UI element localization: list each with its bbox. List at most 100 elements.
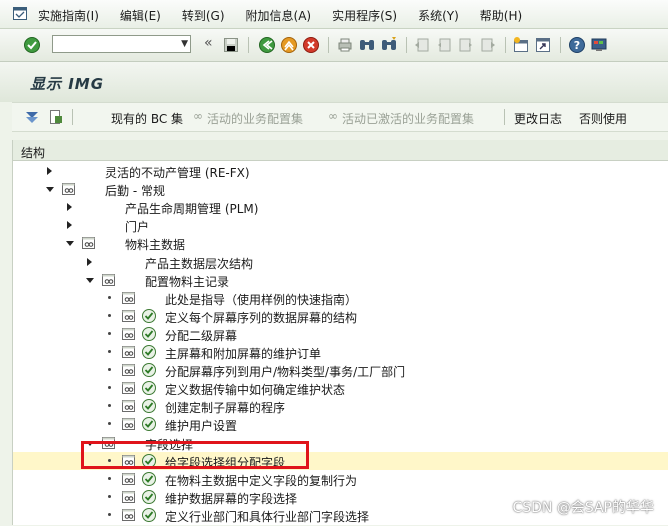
tree-node-label[interactable]: 后勤 - 常规 (105, 182, 165, 199)
documentation-icon[interactable] (121, 471, 137, 487)
command-input[interactable] (55, 37, 173, 51)
documentation-icon[interactable] (121, 380, 137, 396)
expand-node-icon[interactable] (67, 203, 72, 212)
documentation-icon[interactable] (121, 308, 137, 324)
execute-activity-icon[interactable] (141, 489, 157, 505)
collapse-node-icon[interactable] (66, 241, 74, 247)
documentation-icon[interactable] (121, 344, 137, 360)
command-field[interactable]: ▼ (52, 35, 191, 53)
documentation-icon[interactable] (81, 235, 97, 251)
menu-item-extras[interactable]: 附加信息(A) (246, 7, 312, 24)
print-icon[interactable] (336, 36, 354, 54)
tree-node-label[interactable]: 在物料主数据中定义字段的复制行为 (165, 472, 357, 489)
tree-node[interactable]: 物料主数据 (13, 234, 668, 252)
menu-item-system[interactable]: 系统(Y) (418, 7, 459, 24)
tree-node-label[interactable]: 配置物料主记录 (145, 273, 229, 290)
exit-icon[interactable] (280, 36, 298, 54)
chevron-down-icon[interactable]: ▼ (181, 39, 188, 49)
execute-activity-icon[interactable] (141, 326, 157, 342)
menu-item-help[interactable]: 帮助(H) (480, 7, 522, 24)
double-chevron-left-icon[interactable]: « (204, 35, 213, 51)
tree-node[interactable]: 维护用户设置 (13, 415, 668, 433)
execute-activity-icon[interactable] (141, 471, 157, 487)
documentation-icon[interactable] (121, 398, 137, 414)
execute-activity-icon[interactable] (141, 398, 157, 414)
first-page-icon[interactable] (413, 36, 431, 54)
execute-activity-icon[interactable] (141, 380, 157, 396)
tree-node[interactable]: 后勤 - 常规 (13, 180, 668, 198)
activated-bc-sets-button[interactable]: 活动已激活的业务配置集 (342, 110, 474, 127)
tree-node[interactable]: 定义数据传输中如何确定维护状态 (13, 379, 668, 397)
tree-node-label[interactable]: 此处是指导（使用样例的快速指南） (165, 291, 357, 308)
tree-node-label[interactable]: 分配屏幕序列到用户/物料类型/事务/工厂部门 (165, 363, 405, 380)
documentation-icon[interactable] (121, 362, 137, 378)
expand-node-icon[interactable] (47, 167, 52, 175)
expand-node-icon[interactable] (67, 221, 72, 230)
documentation-icon[interactable] (101, 272, 117, 288)
customize-layout-icon[interactable] (590, 36, 608, 54)
find-icon[interactable] (358, 36, 376, 54)
tree-node[interactable]: 灵活的不动产管理 (RE-FX) (13, 162, 668, 180)
tree-node-label[interactable]: 产品生命周期管理 (PLM) (125, 200, 258, 217)
tree-node-label[interactable]: 灵活的不动产管理 (RE-FX) (105, 164, 250, 181)
menu-window-icon[interactable] (13, 7, 27, 20)
tree-node-label[interactable]: 定义数据传输中如何确定维护状态 (165, 381, 345, 398)
change-log-button[interactable]: 更改日志 (514, 110, 562, 127)
prev-page-icon[interactable] (435, 36, 453, 54)
tree-node[interactable]: 主屏幕和附加屏幕的维护订单 (13, 343, 668, 361)
tree-node-label[interactable]: 创建定制子屏幕的程序 (165, 399, 285, 416)
tree-node[interactable]: 分配二级屏幕 (13, 325, 668, 343)
existing-bc-sets-button[interactable]: 现有的 BC 集 (111, 110, 183, 127)
execute-activity-icon[interactable] (141, 308, 157, 324)
tree-node-label[interactable]: 门户 (125, 218, 149, 235)
tree-node-label[interactable]: 物料主数据 (125, 236, 185, 253)
menu-item-edit[interactable]: 编辑(E) (120, 7, 161, 24)
back-icon[interactable] (258, 36, 276, 54)
menu-item-goto[interactable]: 转到(G) (182, 7, 225, 24)
documentation-icon[interactable] (121, 507, 137, 523)
tree-node-label[interactable]: 定义每个屏幕序列的数据屏幕的结构 (165, 309, 357, 326)
tree-node[interactable]: 在物料主数据中定义字段的复制行为 (13, 470, 668, 488)
new-session-icon[interactable] (512, 36, 530, 54)
tree-node-label[interactable]: 定义行业部门和具体行业部门字段选择 (165, 508, 369, 525)
tree-node-label[interactable]: 产品主数据层次结构 (145, 255, 253, 272)
execute-activity-icon[interactable] (141, 344, 157, 360)
expand-subtree-icon[interactable] (24, 109, 40, 125)
tree-node-label[interactable]: 分配二级屏幕 (165, 327, 237, 344)
last-page-icon[interactable] (479, 36, 497, 54)
tree-node[interactable]: 此处是指导（使用样例的快速指南） (13, 289, 668, 307)
tree-node[interactable]: 门户 (13, 216, 668, 234)
check-icon[interactable] (23, 36, 41, 54)
tree-node[interactable]: 产品主数据层次结构 (13, 253, 668, 271)
tree-node[interactable]: 分配屏幕序列到用户/物料类型/事务/工厂部门 (13, 361, 668, 379)
documentation-icon[interactable] (121, 290, 137, 306)
tree-node-label[interactable]: 维护数据屏幕的字段选择 (165, 490, 297, 507)
tree-node[interactable]: 配置物料主记录 (13, 271, 668, 289)
active-bc-sets-button[interactable]: 活动的业务配置集 (207, 110, 303, 127)
collapse-node-icon[interactable] (46, 187, 54, 193)
menu-item-implementation-guide[interactable]: 实施指南(I) (38, 7, 99, 24)
find-next-icon[interactable] (380, 36, 398, 54)
documentation-icon[interactable] (121, 489, 137, 505)
help-icon[interactable]: ? (568, 36, 586, 54)
execute-activity-icon[interactable] (141, 507, 157, 523)
next-page-icon[interactable] (457, 36, 475, 54)
cancel-icon[interactable] (302, 36, 320, 54)
execute-activity-icon[interactable] (141, 362, 157, 378)
tree-node-label[interactable]: 主屏幕和附加屏幕的维护订单 (165, 345, 321, 362)
document-settings-icon[interactable] (48, 109, 64, 125)
tree-node[interactable]: 定义每个屏幕序列的数据屏幕的结构 (13, 307, 668, 325)
expand-node-icon[interactable] (87, 257, 92, 266)
collapse-node-icon[interactable] (86, 277, 94, 283)
tree-node[interactable]: 创建定制子屏幕的程序 (13, 397, 668, 415)
use-or-not-button[interactable]: 否则使用 (579, 110, 627, 127)
menu-item-utilities[interactable]: 实用程序(S) (332, 7, 397, 24)
documentation-icon[interactable] (61, 181, 77, 197)
tree-node-label[interactable]: 维护用户设置 (165, 417, 237, 434)
documentation-icon[interactable] (121, 326, 137, 342)
save-icon[interactable] (222, 36, 240, 54)
documentation-icon[interactable] (121, 416, 137, 432)
tree-node[interactable]: 产品生命周期管理 (PLM) (13, 198, 668, 216)
execute-activity-icon[interactable] (141, 416, 157, 432)
shortcut-icon[interactable] (534, 36, 552, 54)
